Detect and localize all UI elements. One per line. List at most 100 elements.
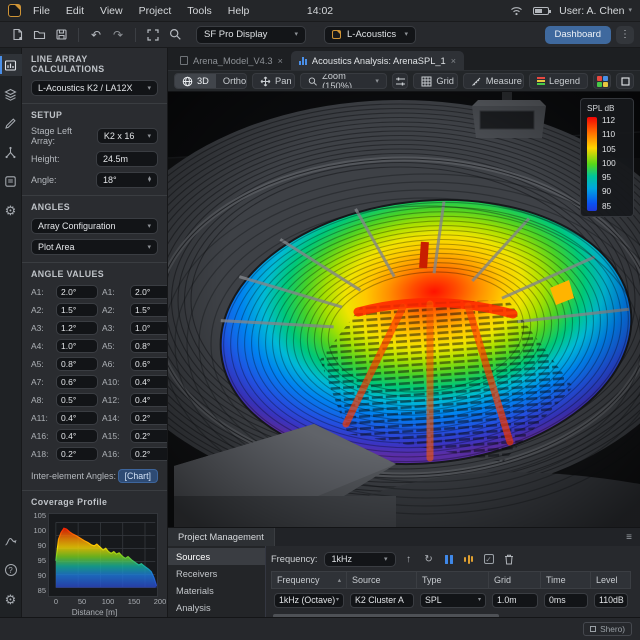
settings-gear-icon[interactable]: ⚙ (0, 199, 22, 221)
angle-field[interactable]: 0.6° (130, 357, 167, 371)
menu-project[interactable]: Project (139, 5, 172, 17)
col-grid[interactable]: Grid (489, 571, 541, 589)
col-frequency[interactable]: Frequency ▴ (271, 571, 347, 589)
row-source-field[interactable]: K2 Cluster A (350, 592, 414, 608)
legend-toggle-button[interactable]: Legend (530, 74, 587, 88)
angle-field[interactable]: 1.0° (130, 321, 167, 335)
pan-tool-button[interactable]: Pan (253, 74, 294, 88)
preferences-gear-icon[interactable]: ⚙ (0, 588, 22, 610)
tab-acoustics-analysis[interactable]: Acoustics Analysis: ArenaSPL_1 × (290, 51, 464, 70)
stepper-arrows-icon[interactable]: ▴ ▾ (148, 175, 151, 184)
angle-field[interactable]: 0.4° (56, 429, 98, 443)
row-level-field[interactable]: 110dB (594, 592, 628, 608)
frame-view-button[interactable] (616, 73, 634, 89)
undo-button[interactable]: ↶ (86, 26, 106, 44)
display-settings-button[interactable] (391, 73, 409, 89)
angle-field[interactable]: 0.4° (56, 411, 98, 425)
zoom-dropdown[interactable]: Zoom (150%) ▾ (301, 74, 385, 88)
angle-field[interactable]: 0.6° (56, 375, 98, 389)
nav-item-materials[interactable]: Materials (168, 582, 265, 599)
angle-field[interactable]: 0.8° (56, 357, 98, 371)
menu-file[interactable]: File (33, 5, 50, 17)
system-dropdown[interactable]: L-Acoustics K2 / LA12X ▾ (31, 80, 158, 96)
response-curve-icon[interactable] (0, 530, 22, 552)
nav-item-analysis[interactable]: Analysis (168, 599, 265, 616)
array-configuration-dropdown[interactable]: Array Configuration ▾ (31, 218, 158, 234)
chevron-down-icon: ▾ (147, 243, 151, 251)
save-button[interactable] (51, 26, 71, 44)
menu-tools[interactable]: Tools (187, 5, 212, 17)
layers-tool-icon[interactable] (0, 83, 22, 105)
angle-field[interactable]: 0.5° (56, 393, 98, 407)
colormap-button[interactable] (593, 73, 611, 89)
nav-item-sources[interactable]: Sources (168, 548, 265, 565)
tab-close-icon[interactable]: × (451, 56, 456, 66)
open-file-button[interactable] (29, 26, 49, 44)
view-toolbar: 3D Ortho Pan Zoom (150%) ▾ Grid Measure … (168, 70, 640, 92)
new-file-button[interactable] (7, 26, 27, 44)
angle-label: A11: (31, 413, 48, 423)
angle-field[interactable]: 1.2° (56, 321, 98, 335)
redo-button[interactable]: ↷ (108, 26, 128, 44)
tab-close-icon[interactable]: × (278, 56, 283, 66)
tab-arena-model[interactable]: Arena_Model_V4.3 × (172, 51, 291, 70)
panel-menu-icon[interactable]: ≡ (626, 532, 632, 543)
stage-left-array-dropdown[interactable]: K2 x 16 ▾ (96, 128, 158, 144)
angle-field[interactable]: 2.0° (56, 285, 98, 299)
checkbox-icon[interactable]: ✓ (482, 554, 496, 564)
frame-icon (590, 626, 597, 632)
user-menu[interactable]: User: A. Chen ▾ (559, 5, 632, 17)
angle-field[interactable]: 0.2° (130, 411, 167, 425)
sort-up-icon[interactable]: ↑ (402, 554, 416, 565)
arena-3d-viewport[interactable]: SPL dB 112 110 105 100 95 90 85 (168, 92, 640, 527)
angle-field[interactable]: 2.0° (130, 285, 167, 299)
pencil-tool-icon[interactable] (0, 112, 22, 134)
angle-field[interactable]: 0.2° (56, 447, 98, 461)
trash-icon[interactable] (502, 554, 516, 565)
angle-field[interactable]: 0.2° (130, 447, 167, 461)
equalizer-icon[interactable] (462, 554, 476, 564)
col-level[interactable]: Level (591, 571, 631, 589)
col-type[interactable]: Type (417, 571, 489, 589)
angle-node-tool-icon[interactable] (0, 141, 22, 163)
frequency-dropdown[interactable]: 1kHz ▾ (323, 551, 396, 567)
angle-field[interactable]: 1.0° (56, 339, 98, 353)
pause-icon[interactable] (442, 554, 456, 564)
refresh-icon[interactable]: ↻ (422, 554, 436, 565)
font-dropdown[interactable]: SF Pro Display ▾ (196, 25, 306, 44)
col-source[interactable]: Source (347, 571, 417, 589)
row-type-dropdown[interactable]: SPL ▾ (420, 592, 486, 608)
angle-field[interactable]: 1.5° (56, 303, 98, 317)
angle-field[interactable]: 0.2° (130, 429, 167, 443)
grid-toggle-button[interactable]: Grid (414, 74, 456, 88)
angle-field[interactable]: 0.4° (130, 375, 167, 389)
row-grid-field[interactable]: 1.0m (492, 592, 538, 608)
more-options-button[interactable]: ⋮ (616, 25, 634, 44)
help-icon[interactable]: ? (0, 559, 22, 581)
chart-button[interactable]: [Chart] (117, 469, 158, 483)
brand-dropdown[interactable]: L-Acoustics ▾ (324, 25, 416, 44)
calculations-tool-icon[interactable] (0, 54, 22, 76)
pan-icon (260, 76, 271, 86)
dashboard-button[interactable]: Dashboard (544, 25, 611, 44)
height-field[interactable]: 24.5m (96, 151, 158, 167)
menu-view[interactable]: View (100, 5, 123, 17)
fullscreen-icon[interactable] (143, 26, 163, 44)
angle-field[interactable]: 0.4° (130, 393, 167, 407)
angle-field[interactable]: 1.5° (130, 303, 167, 317)
view-mode-ortho-button[interactable]: Ortho (216, 74, 246, 88)
menu-edit[interactable]: Edit (66, 5, 84, 17)
project-management-tab[interactable]: Project Management (168, 528, 275, 546)
angle-stepper[interactable]: 18° ▴ ▾ (96, 172, 158, 188)
plot-area-dropdown[interactable]: Plot Area ▾ (31, 239, 158, 255)
report-panel-icon[interactable] (0, 170, 22, 192)
menu-help[interactable]: Help (228, 5, 250, 17)
col-time[interactable]: Time (541, 571, 591, 589)
search-icon[interactable] (165, 26, 185, 44)
row-time-field[interactable]: 0ms (544, 592, 588, 608)
row-frequency-dropdown[interactable]: 1kHz (Octave) ▾ (274, 592, 344, 608)
measure-tool-button[interactable]: Measure (464, 74, 523, 88)
angle-field[interactable]: 0.8° (130, 339, 167, 353)
nav-item-receivers[interactable]: Receivers (168, 565, 265, 582)
view-mode-3d-button[interactable]: 3D (175, 74, 216, 88)
